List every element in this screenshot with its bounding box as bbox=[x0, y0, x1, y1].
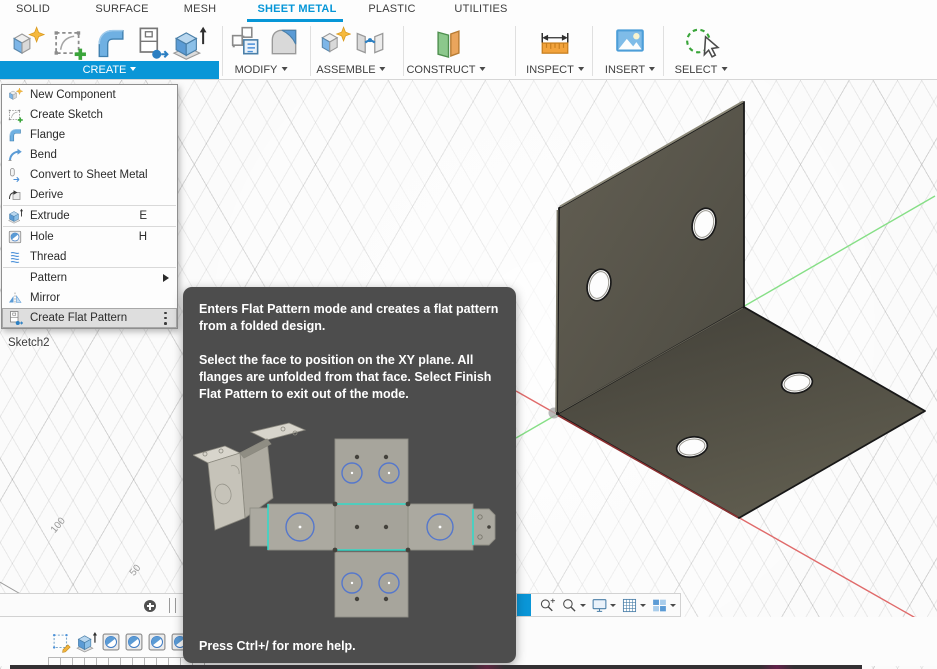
tab-surface[interactable]: SURFACE bbox=[95, 3, 148, 15]
panel-resize-handle[interactable] bbox=[169, 598, 176, 613]
tooltip-paragraph: Enters Flat Pattern mode and creates a f… bbox=[199, 301, 500, 335]
dropdown-caret-icon bbox=[721, 67, 727, 71]
joint-icon[interactable] bbox=[353, 25, 387, 59]
new-component-icon[interactable] bbox=[317, 25, 351, 59]
flat-pattern-icon bbox=[7, 310, 23, 326]
new-component-icon bbox=[7, 87, 23, 103]
dropdown-caret-icon bbox=[130, 67, 136, 71]
shortcut-key: H bbox=[139, 231, 147, 243]
ribbon-toolbar: CREATE MODIFY ASSEMBLE CONSTRUCT INSPECT… bbox=[0, 22, 937, 80]
dropdown-caret-icon bbox=[578, 67, 584, 71]
dropdown-caret-icon[interactable] bbox=[640, 604, 646, 607]
tab-sheet-metal[interactable]: SHEET METAL bbox=[258, 3, 337, 15]
grid-settings-icon[interactable] bbox=[621, 597, 638, 614]
menu-item-convert-to-sheet-metal[interactable]: Convert to Sheet Metal bbox=[2, 165, 177, 185]
extrude-icon[interactable] bbox=[170, 25, 207, 61]
construct-dropdown[interactable]: CONSTRUCT bbox=[406, 64, 485, 76]
dropdown-caret-icon bbox=[380, 67, 386, 71]
timeline-hole-feature[interactable] bbox=[123, 630, 145, 654]
dropdown-caret-icon[interactable] bbox=[670, 604, 676, 607]
dropdown-caret-icon[interactable] bbox=[580, 604, 586, 607]
menu-item-thread[interactable]: Thread bbox=[2, 247, 177, 267]
create-dropdown-button[interactable]: CREATE bbox=[0, 61, 219, 79]
fusion-app-window: SOLID SURFACE MESH SHEET METAL PLASTIC U… bbox=[0, 0, 937, 669]
timeline-hole-feature[interactable] bbox=[146, 630, 168, 654]
inspect-dropdown[interactable]: INSPECT bbox=[526, 64, 584, 76]
dropdown-caret-icon bbox=[281, 67, 287, 71]
flange-icon[interactable] bbox=[92, 25, 129, 61]
fit-zoom-icon[interactable] bbox=[561, 597, 578, 614]
tab-solid[interactable]: SOLID bbox=[16, 3, 50, 15]
flat-pattern-illustration bbox=[193, 422, 505, 628]
timeline-sketch-feature[interactable] bbox=[50, 630, 72, 654]
menu-item-flange[interactable]: Flange bbox=[2, 125, 177, 145]
panel-separator bbox=[222, 26, 223, 76]
select-dropdown[interactable]: SELECT bbox=[675, 64, 728, 76]
tab-utilities[interactable]: UTILITIES bbox=[454, 3, 507, 15]
tooltip-footer: Press Ctrl+/ for more help. bbox=[199, 639, 356, 653]
submenu-arrow-icon bbox=[163, 274, 169, 282]
zoom-plus-minus-icon[interactable] bbox=[539, 597, 556, 614]
unfold-icon[interactable] bbox=[230, 25, 264, 59]
add-button[interactable] bbox=[144, 600, 156, 612]
menu-item-create-flat-pattern[interactable]: Create Flat Pattern bbox=[2, 308, 177, 328]
sheet-metal-part[interactable] bbox=[556, 102, 925, 519]
corner-icon[interactable] bbox=[267, 25, 301, 59]
flange-icon bbox=[7, 127, 23, 143]
timeline-extrude-feature[interactable] bbox=[75, 630, 97, 654]
toolbar-tab-bar: SOLID SURFACE MESH SHEET METAL PLASTIC U… bbox=[0, 0, 937, 22]
browser-item-sketch2[interactable]: Sketch2 bbox=[8, 337, 50, 349]
tab-plastic[interactable]: PLASTIC bbox=[368, 3, 415, 15]
bend-icon bbox=[7, 147, 23, 163]
shortcut-key: E bbox=[139, 210, 147, 222]
assemble-dropdown[interactable]: ASSEMBLE bbox=[316, 64, 385, 76]
menu-item-new-component[interactable]: New Component bbox=[2, 85, 177, 105]
display-settings-icon[interactable] bbox=[591, 597, 608, 614]
derive-icon bbox=[7, 187, 23, 203]
tooltip-paragraph: Select the face to position on the XY pl… bbox=[199, 352, 500, 403]
viewports-icon[interactable] bbox=[651, 597, 668, 614]
insert-dropdown[interactable]: INSERT bbox=[605, 64, 655, 76]
menu-item-pattern[interactable]: Pattern bbox=[2, 268, 177, 288]
convert-sheet-metal-icon bbox=[7, 167, 23, 183]
timeline-hole-feature[interactable] bbox=[100, 630, 122, 654]
flat-pattern-tooltip: Enters Flat Pattern mode and creates a f… bbox=[183, 287, 516, 663]
flat-pattern-icon[interactable] bbox=[132, 25, 169, 61]
menu-item-create-sketch[interactable]: Create Sketch bbox=[2, 105, 177, 125]
thread-icon bbox=[7, 249, 23, 265]
select-icon[interactable] bbox=[682, 22, 722, 60]
window-bottom-edge bbox=[10, 665, 862, 669]
active-tool-highlight[interactable] bbox=[517, 594, 531, 616]
menu-item-hole[interactable]: Hole H bbox=[2, 227, 177, 247]
modify-dropdown[interactable]: MODIFY bbox=[235, 64, 288, 76]
menu-item-extrude[interactable]: Extrude E bbox=[2, 206, 177, 226]
panel-separator bbox=[515, 26, 516, 76]
new-component-icon[interactable] bbox=[8, 25, 45, 61]
panel-separator bbox=[310, 26, 311, 76]
measure-icon[interactable] bbox=[538, 25, 572, 59]
create-sketch-icon[interactable] bbox=[50, 25, 87, 61]
canvas-image-icon[interactable] bbox=[613, 24, 647, 58]
menu-item-derive[interactable]: Derive bbox=[2, 185, 177, 205]
panel-separator bbox=[403, 26, 404, 76]
create-dropdown-menu: New Component Create Sketch Flange Bend … bbox=[1, 84, 178, 329]
navigation-bar bbox=[516, 593, 681, 617]
dropdown-caret-icon bbox=[649, 67, 655, 71]
dropdown-caret-icon bbox=[480, 67, 486, 71]
panel-separator bbox=[592, 26, 593, 76]
browser-bottom-bar bbox=[0, 593, 187, 617]
menu-item-bend[interactable]: Bend bbox=[2, 145, 177, 165]
dropdown-caret-icon[interactable] bbox=[610, 604, 616, 607]
create-label: CREATE bbox=[83, 64, 127, 76]
extrude-icon bbox=[7, 208, 23, 224]
menu-item-mirror[interactable]: Mirror bbox=[2, 288, 177, 308]
options-kebab-icon[interactable] bbox=[164, 312, 167, 325]
tab-mesh[interactable]: MESH bbox=[184, 3, 217, 15]
icon-spacer bbox=[7, 270, 23, 286]
panel-separator bbox=[663, 26, 664, 76]
create-sketch-icon bbox=[7, 107, 23, 123]
midplane-icon[interactable] bbox=[430, 23, 467, 60]
mirror-icon bbox=[7, 290, 23, 306]
hole-icon bbox=[7, 229, 23, 245]
